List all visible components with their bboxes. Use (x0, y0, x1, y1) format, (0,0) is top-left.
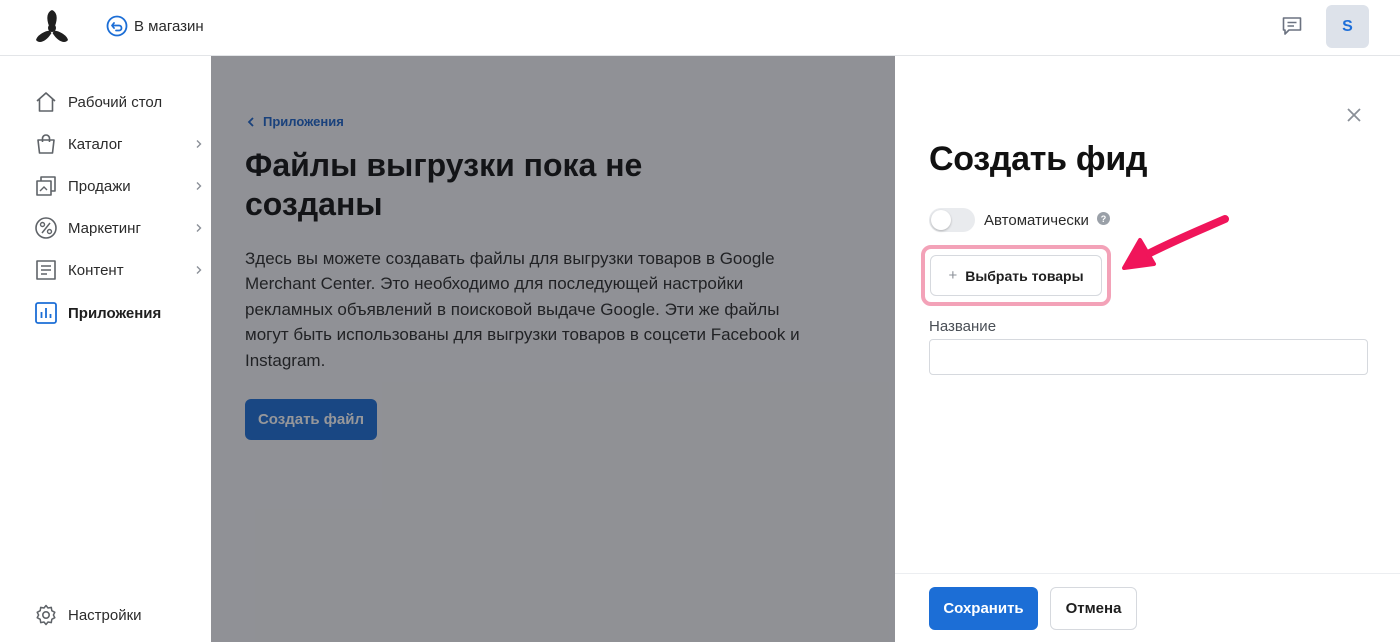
close-icon[interactable] (1345, 106, 1363, 124)
content-icon (36, 260, 56, 280)
sidebar-item-content[interactable]: Контент (34, 256, 204, 284)
select-products-button[interactable]: + Выбрать товары (930, 255, 1102, 296)
select-products-label: Выбрать товары (965, 267, 1084, 284)
sidebar-item-apps[interactable]: Приложения (34, 299, 204, 327)
name-field-label: Название (929, 318, 997, 335)
chevron-right-icon (196, 140, 202, 148)
drawer-title: Создать фид (929, 140, 1148, 178)
sidebar-item-settings[interactable]: Настройки (34, 601, 204, 629)
sidebar-item-marketing[interactable]: Маркетинг (34, 214, 204, 242)
create-feed-drawer: Создать фид Автоматически ? + Выбрать то… (895, 56, 1400, 642)
save-button[interactable]: Сохранить (929, 587, 1038, 630)
sidebar: Рабочий стол Каталог Продажи Маркетинг К… (0, 56, 211, 642)
sidebar-item-label: Маркетинг (68, 219, 141, 237)
cancel-button[interactable]: Отмена (1050, 587, 1137, 630)
sidebar-item-dashboard[interactable]: Рабочий стол (34, 88, 204, 116)
toggle-knob (931, 210, 951, 230)
chevron-right-icon (196, 182, 202, 190)
name-field[interactable] (929, 339, 1368, 375)
main-content: Приложения Файлы выгрузки пока не создан… (211, 56, 895, 642)
bag-icon (37, 134, 55, 154)
percent-icon (35, 217, 57, 239)
sidebar-item-sales[interactable]: Продажи (34, 172, 204, 200)
sidebar-item-label: Рабочий стол (68, 93, 163, 111)
back-to-store-label: В магазин (134, 17, 204, 35)
auto-toggle[interactable] (929, 208, 975, 232)
sidebar-item-label: Контент (68, 261, 124, 279)
logo-icon[interactable] (32, 8, 72, 48)
plus-icon: + (948, 267, 958, 284)
sales-icon (36, 176, 56, 196)
auto-toggle-label: Автоматически (984, 212, 1089, 229)
chevron-right-icon (196, 266, 202, 274)
top-bar: В магазин S (0, 0, 1400, 56)
modal-overlay[interactable] (211, 56, 895, 642)
sidebar-item-label: Приложения (68, 304, 162, 322)
svg-text:?: ? (1101, 214, 1107, 224)
pointer-arrow-icon (1122, 215, 1229, 270)
avatar[interactable]: S (1326, 5, 1369, 48)
footer-divider (895, 573, 1400, 574)
sidebar-item-label: Настройки (68, 606, 142, 624)
gear-icon (36, 604, 56, 626)
sidebar-item-catalog[interactable]: Каталог (34, 130, 204, 158)
sidebar-item-label: Продажи (68, 177, 131, 195)
chevron-right-icon (196, 224, 202, 232)
apps-icon (35, 302, 57, 324)
chat-icon[interactable] (1280, 14, 1304, 38)
sidebar-item-label: Каталог (68, 135, 123, 153)
back-arrow-icon (106, 15, 128, 37)
back-to-store-link[interactable]: В магазин (106, 14, 204, 38)
help-icon[interactable]: ? (1097, 212, 1110, 225)
home-icon (36, 92, 56, 112)
